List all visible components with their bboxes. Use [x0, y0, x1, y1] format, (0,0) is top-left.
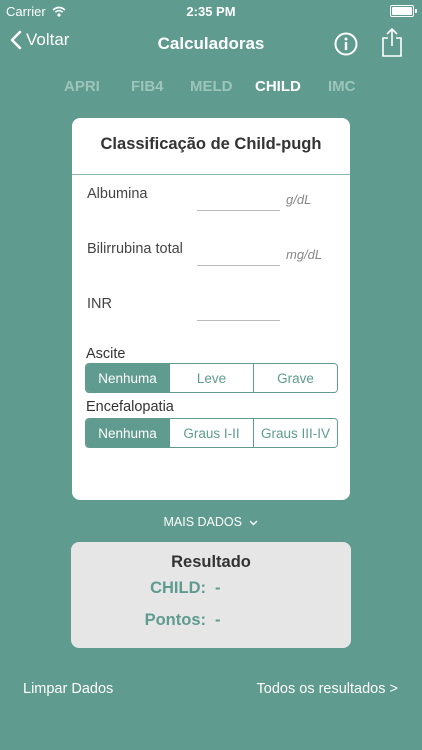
status-bar: Carrier 2:35 PM — [0, 0, 422, 22]
result-child-value: - — [215, 579, 221, 597]
ascite-label: Ascite — [86, 346, 126, 362]
child-pugh-card: Classificação de Child-pugh Albumina g/d… — [72, 118, 350, 500]
status-time: 2:35 PM — [186, 4, 236, 19]
albumina-label: Albumina — [87, 186, 148, 202]
encefalopatia-label: Encefalopatia — [86, 399, 174, 415]
share-icon[interactable] — [380, 27, 404, 57]
encefalopatia-option-nenhuma[interactable]: Nenhuma — [86, 419, 169, 447]
encefalopatia-segmented-control: Nenhuma Graus I-II Graus III-IV — [85, 418, 338, 448]
all-results-button[interactable]: Todos os resultados > — [257, 681, 398, 697]
page-title: Calculadoras — [157, 34, 265, 53]
result-points-value: - — [215, 611, 221, 629]
result-panel: Resultado CHILD: - Pontos: - — [71, 542, 351, 648]
encefalopatia-option-graus-i-ii[interactable]: Graus I-II — [169, 419, 253, 447]
bilirrubina-input[interactable] — [197, 243, 280, 266]
info-icon[interactable] — [334, 32, 358, 56]
encefalopatia-option-graus-iii-iv[interactable]: Graus III-IV — [253, 419, 337, 447]
tab-fib4[interactable]: FIB4 — [131, 78, 164, 95]
result-points-label: Pontos: — [144, 611, 206, 629]
ascite-segmented-control: Nenhuma Leve Grave — [85, 363, 338, 393]
albumina-input[interactable] — [197, 188, 280, 211]
card-title: Classificação de Child-pugh — [100, 135, 322, 153]
more-data-label: MAIS DADOS — [163, 515, 243, 529]
tab-imc[interactable]: IMC — [328, 78, 356, 95]
chevron-down-icon — [249, 520, 258, 526]
more-data-button[interactable]: MAIS DADOS — [0, 515, 422, 529]
clear-data-button[interactable]: Limpar Dados — [23, 681, 113, 697]
inr-label: INR — [87, 296, 112, 312]
albumina-unit: g/dL — [286, 192, 312, 207]
result-child-label: CHILD: — [150, 579, 206, 597]
tab-apri[interactable]: APRI — [64, 78, 100, 95]
bilirrubina-label: Bilirrubina total — [87, 241, 183, 257]
ascite-option-leve[interactable]: Leve — [169, 364, 253, 392]
result-title: Resultado — [171, 553, 251, 571]
ascite-option-grave[interactable]: Grave — [253, 364, 337, 392]
inr-input[interactable] — [197, 298, 280, 321]
calculator-tabs: APRI FIB4 MELD CHILD IMC — [0, 78, 422, 98]
ascite-option-nenhuma[interactable]: Nenhuma — [86, 364, 169, 392]
tab-child[interactable]: CHILD — [255, 78, 301, 95]
battery-icon — [390, 5, 417, 17]
card-divider — [72, 174, 350, 175]
navigation-bar: Voltar Calculadoras — [0, 22, 422, 66]
tab-meld[interactable]: MELD — [190, 78, 233, 95]
bilirrubina-unit: mg/dL — [286, 247, 323, 262]
